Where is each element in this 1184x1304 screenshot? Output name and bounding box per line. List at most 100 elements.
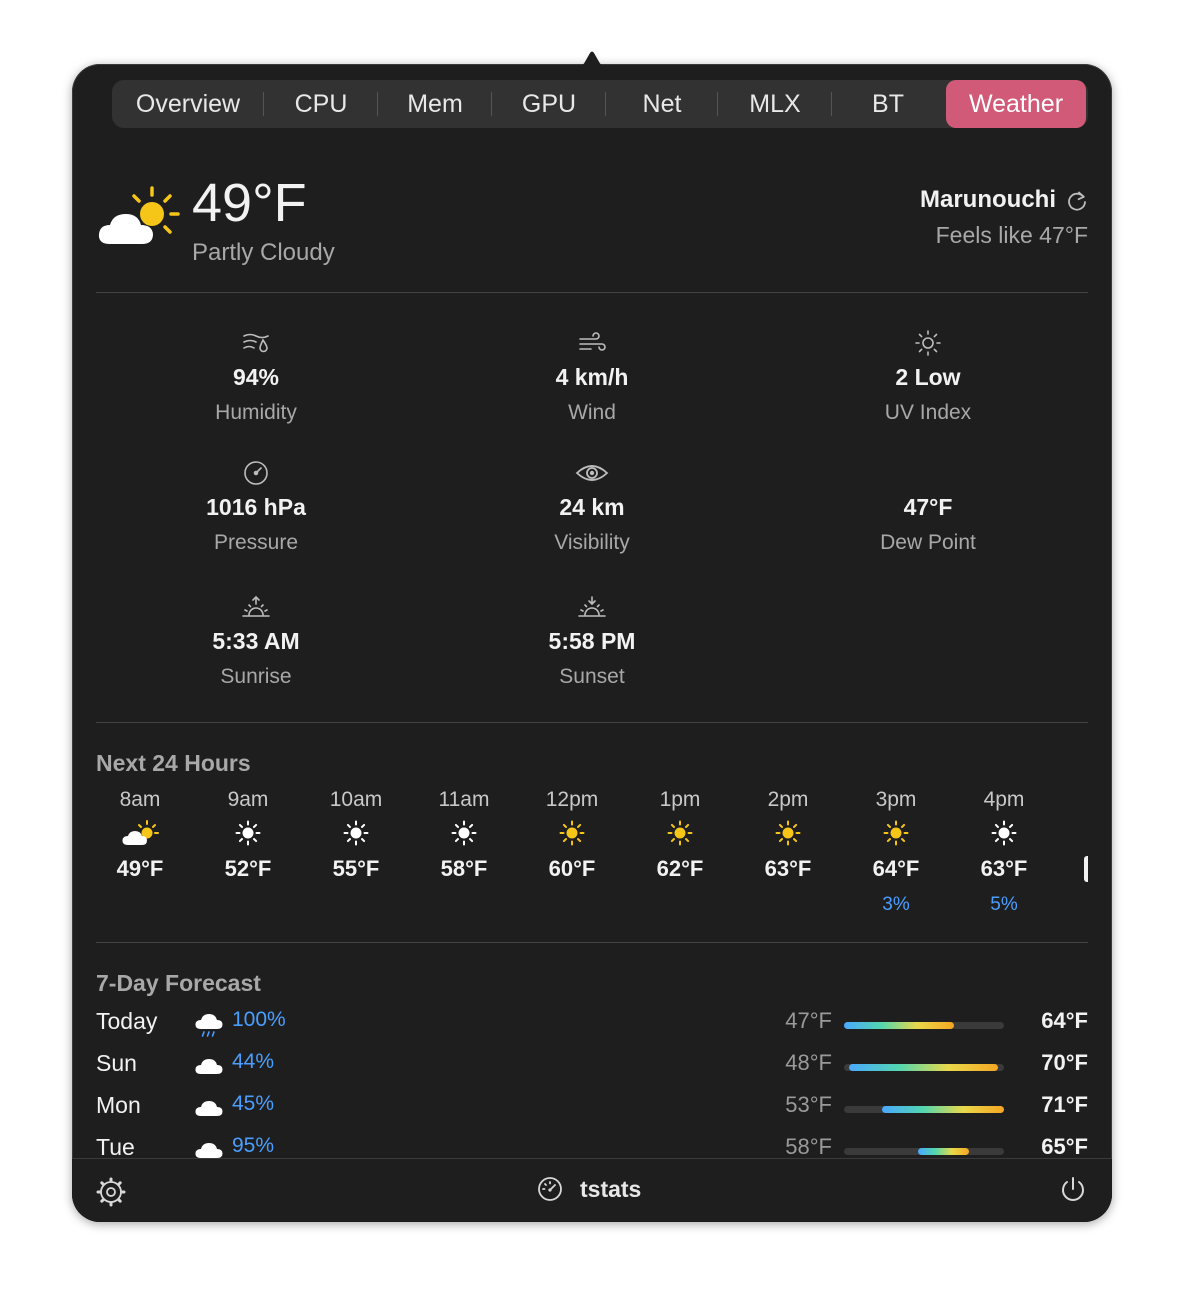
hour-temp: 55°F <box>332 856 380 881</box>
daily-row: Mon 45% 53°F 71°F <box>72 1088 1112 1128</box>
visibility-value: 24 km <box>559 494 625 520</box>
hour-temp: 62°F <box>656 856 704 881</box>
day-low: 58°F <box>785 1134 832 1158</box>
hour-temp: 58°F <box>440 856 488 881</box>
sun-icon <box>915 330 941 356</box>
refresh-icon[interactable] <box>1066 190 1088 212</box>
temp-range-bar <box>844 1148 1004 1155</box>
tab-mem[interactable]: Mem <box>378 80 492 128</box>
dew-point-value: 47°F <box>903 494 953 520</box>
hourly-title: Next 24 Hours <box>96 750 251 776</box>
uv-value: 2 Low <box>895 364 961 390</box>
rain-cloud-icon <box>195 1014 223 1037</box>
hour-temp: 63°F <box>764 856 812 881</box>
power-icon[interactable] <box>1058 1175 1088 1205</box>
day-precip: 100% <box>232 1008 286 1031</box>
location-name[interactable]: Marunouchi <box>920 186 1056 214</box>
hourly-item: 10am 55°F <box>302 788 410 894</box>
day-name: Tue <box>96 1134 135 1158</box>
sun-white-icon <box>235 820 261 846</box>
stat-sunset: 5:58 PM Sunset <box>432 592 752 689</box>
daily-row: Sun 44% 48°F 70°F <box>72 1046 1112 1086</box>
temp-range-fill <box>882 1106 1004 1113</box>
humidity-value: 94% <box>232 364 280 390</box>
popover-arrow <box>566 51 618 72</box>
sunrise-value: 5:33 AM <box>212 628 300 654</box>
day-name: Mon <box>96 1092 141 1118</box>
tab-weather[interactable]: Weather <box>946 80 1086 128</box>
hour-time: 10am <box>329 788 383 811</box>
stat-dew-point: 47°F Dew Point <box>768 458 1088 555</box>
hour-temp: 64°F <box>872 856 920 881</box>
day-high: 65°F <box>1041 1134 1088 1158</box>
sun-yellow-icon <box>559 820 585 846</box>
stat-humidity: 94% Humidity <box>96 328 416 425</box>
daily-list[interactable]: Today 100% 47°F 64°F Sun 44% 48°F 70°F M… <box>72 1004 1112 1158</box>
hour-precip: 3% <box>882 894 910 915</box>
hourly-item: 11am 58°F <box>410 788 518 894</box>
tab-cpu[interactable]: CPU <box>264 80 378 128</box>
sun-yellow-icon <box>883 820 909 846</box>
uv-label: UV Index <box>884 401 972 424</box>
hour-time: 8am <box>119 788 161 811</box>
day-high: 71°F <box>1041 1092 1088 1117</box>
sunrise-icon <box>242 595 270 617</box>
eye-icon <box>575 465 609 481</box>
sunset-icon <box>578 596 606 617</box>
gear-icon[interactable] <box>96 1177 126 1207</box>
current-temperature: 49°F <box>192 173 307 233</box>
tab-bt[interactable]: BT <box>832 80 944 128</box>
sun-white-icon <box>991 820 1017 846</box>
day-precip: 44% <box>232 1050 275 1073</box>
partly-cloudy-icon <box>122 820 159 845</box>
day-precip: 45% <box>232 1092 275 1115</box>
visibility-label: Visibility <box>554 531 630 554</box>
hourly-item: 9am 52°F <box>194 788 302 894</box>
daily-title: 7-Day Forecast <box>96 970 261 996</box>
humidity-label: Humidity <box>215 401 297 424</box>
day-low: 47°F <box>785 1008 832 1033</box>
temp-range-fill <box>917 1148 969 1155</box>
footer: tstats <box>72 1158 1112 1222</box>
hour-time: 4pm <box>983 788 1025 811</box>
cloud-icon <box>195 1059 223 1074</box>
stat-visibility: 24 km Visibility <box>432 458 752 555</box>
tab-mlx[interactable]: MLX <box>718 80 832 128</box>
day-name: Today <box>96 1008 158 1034</box>
divider <box>96 292 1088 293</box>
stat-uv-index: 2 Low UV Index <box>768 328 1088 425</box>
tab-overview[interactable]: Overview <box>112 80 264 128</box>
sun-white-icon <box>451 820 477 846</box>
temp-range-bar <box>844 1106 1004 1113</box>
day-precip: 95% <box>232 1134 275 1157</box>
tab-gpu[interactable]: GPU <box>492 80 606 128</box>
weather-popover: Overview CPU Mem GPU Net MLX BT Weather 49°F Pa… <box>72 64 1112 1222</box>
daily-row: Tue 95% 58°F 65°F <box>72 1130 1112 1158</box>
hour-temp: 63°F <box>980 856 1028 881</box>
temp-range-fill <box>844 1022 955 1029</box>
tab-bar: Overview CPU Mem GPU Net MLX BT Weather <box>112 80 1088 128</box>
hour-time: 12pm <box>545 788 599 811</box>
tab-net[interactable]: Net <box>606 80 718 128</box>
hourly-item: 1pm 62°F <box>626 788 734 894</box>
sunrise-label: Sunrise <box>220 665 292 688</box>
hour-time: 11am <box>438 788 490 811</box>
sun-white-icon <box>343 820 369 846</box>
sunset-label: Sunset <box>559 665 625 688</box>
current-condition: Partly Cloudy <box>192 239 335 266</box>
partly-cloudy-icon <box>98 186 180 244</box>
wind-label: Wind <box>568 401 616 424</box>
hourly-item: 12pm 60°F <box>518 788 626 894</box>
hour-time: 3pm <box>875 788 917 811</box>
daily-row: Today 100% 47°F 64°F <box>72 1004 1112 1044</box>
hourly-item: 4pm 63°F 5% <box>950 788 1058 916</box>
divider <box>96 722 1088 723</box>
hour-temp: 52°F <box>224 856 272 881</box>
hour-time: 9am <box>227 788 269 811</box>
temp-range-bar <box>844 1022 1004 1029</box>
hour-temp: 49°F <box>116 856 164 881</box>
day-high: 64°F <box>1041 1008 1088 1033</box>
pressure-label: Pressure <box>213 531 299 554</box>
hour-temp: 60°F <box>548 856 596 881</box>
hourly-item: 8am 49°F <box>86 788 194 894</box>
